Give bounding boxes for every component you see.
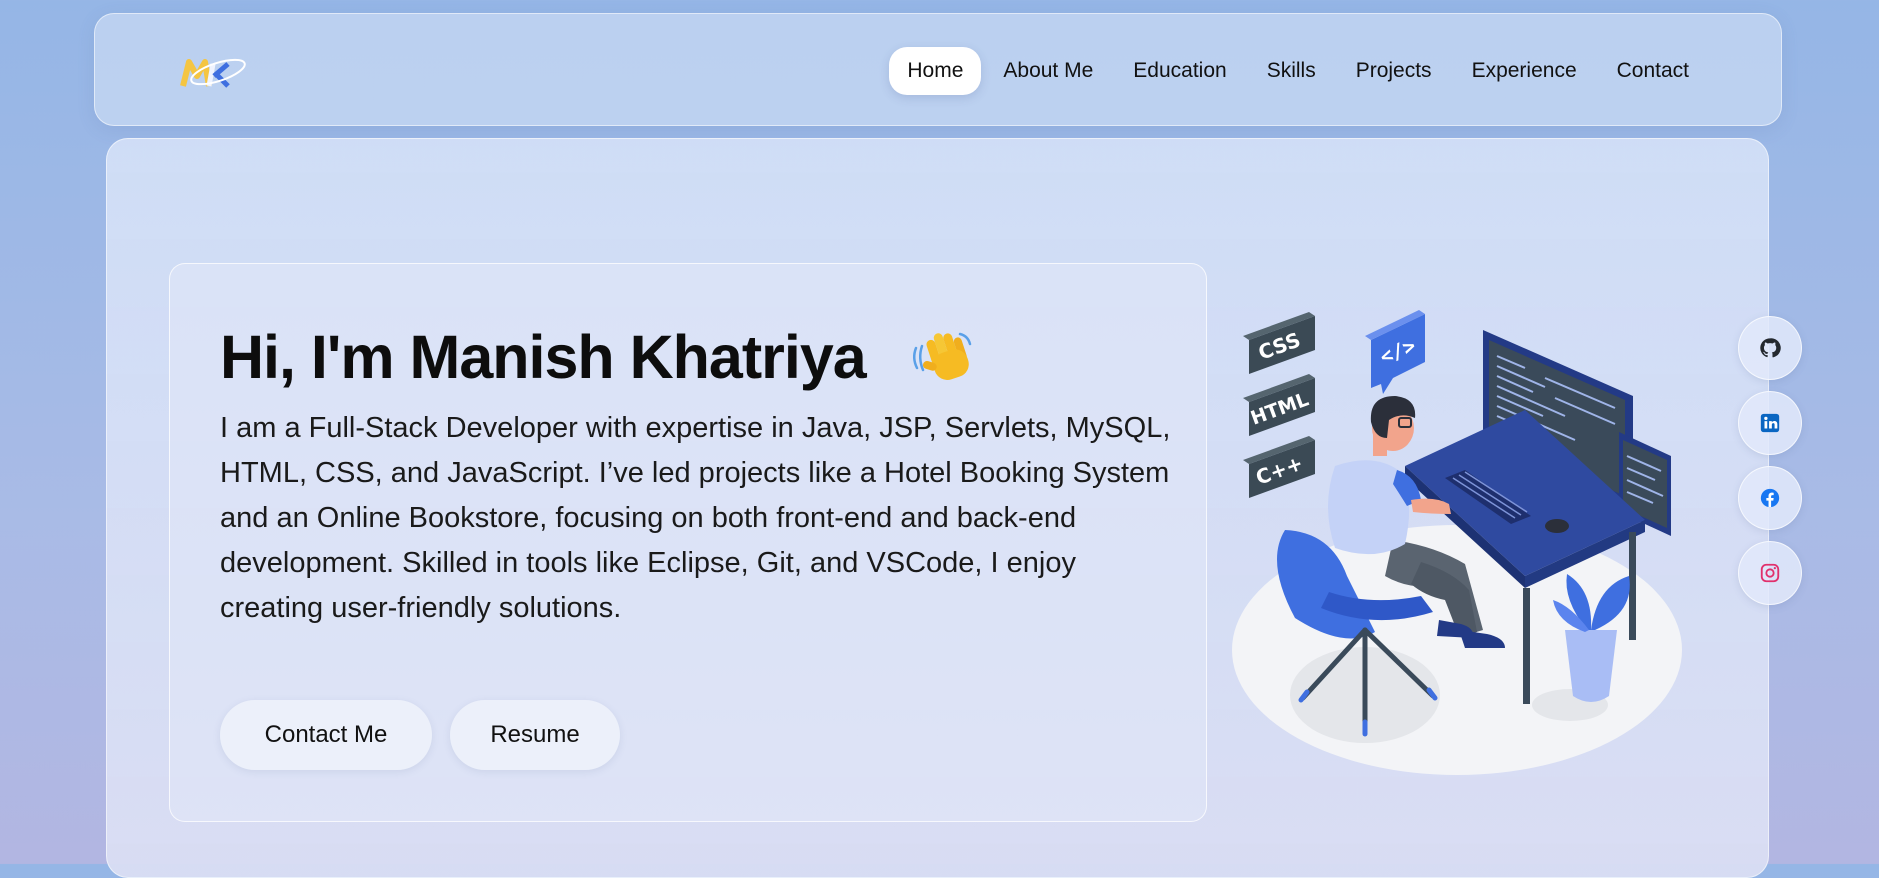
linkedin-link[interactable] [1738,391,1802,455]
code-bubble-icon: </> [1365,310,1425,394]
instagram-link[interactable] [1738,541,1802,605]
hero-title: Hi, I'm Manish Khatriya [220,323,867,391]
developer-illustration: CSS HTML C++ </> [1232,310,1682,775]
nav-link-home[interactable]: Home [889,47,982,95]
nav-link-contact[interactable]: Contact [1599,47,1707,95]
hero-description: I am a Full-Stack Developer with experti… [220,412,1171,624]
facebook-icon [1760,488,1780,508]
logo-icon[interactable] [180,52,250,92]
nav-link-experience[interactable]: Experience [1454,47,1595,95]
html-tag: HTML [1243,374,1315,436]
nav-links: Home About Me Education Skills Projects … [889,47,1707,95]
waving-hand-icon [913,332,972,380]
nav-link-about-me[interactable]: About Me [985,47,1111,95]
contact-me-button[interactable]: Contact Me [220,700,432,770]
instagram-icon [1760,563,1780,583]
facebook-link[interactable] [1738,466,1802,530]
resume-button[interactable]: Resume [450,700,620,770]
nav-link-projects[interactable]: Projects [1338,47,1450,95]
github-icon [1760,338,1781,358]
cpp-tag: C++ [1243,436,1315,498]
navbar: Home About Me Education Skills Projects … [94,13,1782,126]
linkedin-icon [1760,413,1780,433]
css-tag: CSS [1243,312,1315,374]
nav-link-skills[interactable]: Skills [1249,47,1334,95]
github-link[interactable] [1738,316,1802,380]
nav-link-education[interactable]: Education [1115,47,1244,95]
hero-card: Hi, I'm Manish Khatriya I am a Full-Stac… [169,263,1207,822]
